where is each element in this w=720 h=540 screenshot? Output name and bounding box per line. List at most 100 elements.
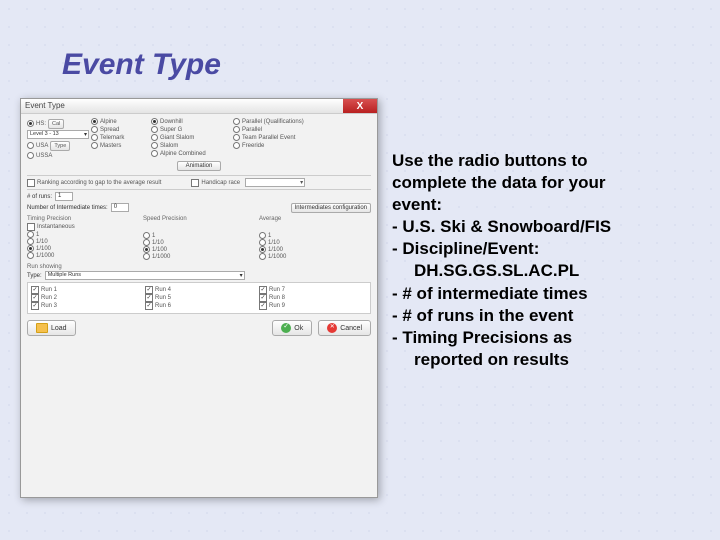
radio-ussa[interactable]	[27, 152, 34, 159]
inter-label: Number of Intermediate times:	[27, 205, 108, 211]
inter-input[interactable]: 0	[111, 203, 129, 212]
sp-1000[interactable]	[143, 253, 150, 260]
close-button[interactable]: X	[343, 99, 377, 113]
level-select[interactable]: Level 3 - 13	[27, 130, 89, 139]
radio-freeride-label: Freeride	[242, 143, 264, 149]
sp-10[interactable]	[143, 239, 150, 246]
ok-button[interactable]: Ok	[272, 320, 312, 336]
tp-1000-label: 1/1000	[36, 253, 54, 259]
run1-cb[interactable]	[31, 286, 39, 294]
radio-slalom-label: Slalom	[160, 143, 178, 149]
radio-team-parallel[interactable]	[233, 134, 240, 141]
runs-box: Run 1 Run 4 Run 7 Run 2 Run 5 Run 8 Run …	[27, 282, 371, 314]
ok-label: Ok	[294, 325, 303, 332]
run6-label: Run 6	[155, 303, 171, 309]
radio-superg-label: Super G	[160, 127, 182, 133]
handicap-checkbox[interactable]	[191, 179, 199, 187]
radio-superg[interactable]	[151, 126, 158, 133]
event-type-window: Event Type X HS:Cal Level 3 - 13 USAType…	[20, 98, 378, 498]
tp-1[interactable]	[27, 231, 34, 238]
tp-1000[interactable]	[27, 252, 34, 259]
tp-instant-label: Instantaneous	[37, 224, 75, 230]
radio-freeride[interactable]	[233, 142, 240, 149]
run7-cb[interactable]	[259, 286, 267, 294]
run9-cb[interactable]	[259, 302, 267, 310]
radio-slalom[interactable]	[151, 142, 158, 149]
tp-10-label: 1/10	[36, 239, 48, 245]
av-1-label: 1	[268, 233, 271, 239]
instr-line: complete the data for your	[392, 172, 692, 194]
tp-1-label: 1	[36, 232, 39, 238]
sp-100-label: 1/100	[152, 247, 167, 253]
radio-masters[interactable]	[91, 142, 98, 149]
instr-line: event:	[392, 194, 692, 216]
radio-alpine[interactable]	[91, 118, 98, 125]
run-showing-title: Run showing	[27, 264, 371, 270]
av-100[interactable]	[259, 246, 266, 253]
runs-label: # of runs:	[27, 194, 52, 200]
radio-usa-label: USA	[36, 143, 48, 149]
tp-instant[interactable]	[27, 223, 35, 231]
radio-ac-label: Alpine Combined	[160, 151, 206, 157]
sp-1[interactable]	[143, 232, 150, 239]
radio-downhill[interactable]	[151, 118, 158, 125]
ranking-checkbox[interactable]	[27, 179, 35, 187]
load-button[interactable]: Load	[27, 320, 76, 336]
run2-cb[interactable]	[31, 294, 39, 302]
radio-alpine-label: Alpine	[100, 119, 117, 125]
org-column: HS:Cal Level 3 - 13 USAType USSA	[27, 118, 89, 159]
av-100-label: 1/100	[268, 247, 283, 253]
tp-100[interactable]	[27, 245, 34, 252]
type-select-value: Multiple Runs	[48, 272, 81, 278]
run8-cb[interactable]	[259, 294, 267, 302]
speed-precision-title: Speed Precision	[143, 216, 255, 222]
tp-10[interactable]	[27, 238, 34, 245]
radio-parallel-q-label: Parallel (Qualifications)	[242, 119, 304, 125]
radio-usa[interactable]	[27, 142, 34, 149]
divider	[27, 175, 371, 176]
sp-100[interactable]	[143, 246, 150, 253]
event-column-a: Downhill Super G Giant Slalom Slalom Alp…	[151, 118, 231, 159]
instr-line: - Timing Precisions as	[392, 327, 692, 349]
instructions: Use the radio buttons to complete the da…	[392, 150, 692, 371]
run2-label: Run 2	[41, 295, 57, 301]
titlebar: Event Type X	[21, 99, 377, 114]
event-column-b: Parallel (Qualifications) Parallel Team …	[233, 118, 323, 159]
radio-ac[interactable]	[151, 150, 158, 157]
instr-line: reported on results	[392, 349, 692, 371]
radio-telemark[interactable]	[91, 134, 98, 141]
level-select-value: Level 3 - 13	[30, 131, 59, 137]
radio-parallel[interactable]	[233, 126, 240, 133]
instr-line: - Discipline/Event:	[392, 238, 692, 260]
radio-gs[interactable]	[151, 134, 158, 141]
handicap-select[interactable]	[245, 178, 305, 187]
av-1[interactable]	[259, 232, 266, 239]
radio-spread[interactable]	[91, 126, 98, 133]
animation-button[interactable]: Animation	[177, 161, 222, 171]
run8-label: Run 8	[269, 295, 285, 301]
tp-100-label: 1/100	[36, 246, 51, 252]
cancel-button[interactable]: Cancel	[318, 320, 371, 336]
window-title: Event Type	[21, 99, 343, 113]
inter-config-button[interactable]: Intermediates configuration	[291, 203, 371, 213]
radio-parallel-q[interactable]	[233, 118, 240, 125]
type-button[interactable]: Type	[50, 141, 70, 151]
run3-label: Run 3	[41, 303, 57, 309]
type-select[interactable]: Multiple Runs	[45, 271, 245, 280]
cal-button[interactable]: Cal	[48, 119, 64, 129]
run3-cb[interactable]	[31, 302, 39, 310]
run4-cb[interactable]	[145, 286, 153, 294]
av-1000[interactable]	[259, 253, 266, 260]
instr-line: - # of runs in the event	[392, 305, 692, 327]
runs-input[interactable]: 1	[55, 192, 73, 201]
radio-telemark-label: Telemark	[100, 135, 124, 141]
instr-line: - # of intermediate times	[392, 283, 692, 305]
run5-cb[interactable]	[145, 294, 153, 302]
radio-hs-label: HS:	[36, 121, 46, 127]
run9-label: Run 9	[269, 303, 285, 309]
radio-hs[interactable]	[27, 120, 34, 127]
run6-cb[interactable]	[145, 302, 153, 310]
sp-1-label: 1	[152, 233, 155, 239]
av-10[interactable]	[259, 239, 266, 246]
ranking-label: Ranking according to gap to the average …	[37, 180, 161, 186]
